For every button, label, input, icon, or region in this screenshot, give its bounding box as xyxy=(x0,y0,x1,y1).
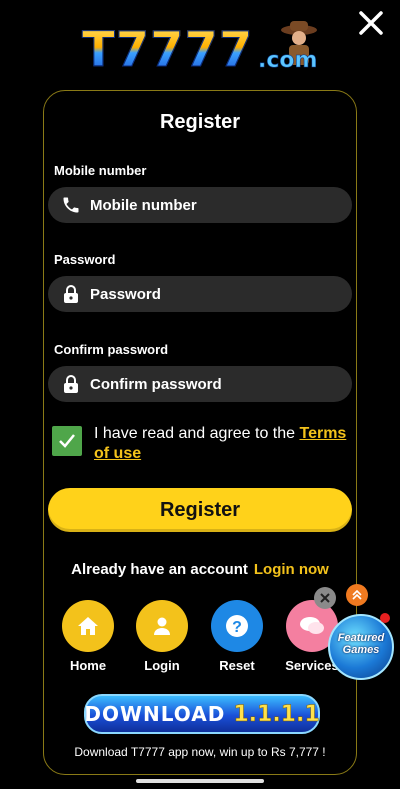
download-button[interactable]: DOWNLOAD 1.1.1.1 xyxy=(84,694,320,734)
scroll-up-button[interactable] xyxy=(346,584,368,606)
download-version: 1.1.1.1 xyxy=(233,701,320,727)
mobile-placeholder: Mobile number xyxy=(90,196,197,214)
nav-reset-label: Reset xyxy=(219,658,255,673)
nav-login-circle xyxy=(136,600,188,652)
mobile-label: Mobile number xyxy=(54,163,147,178)
download-label: DOWNLOAD xyxy=(84,702,226,726)
nav-home[interactable]: Home xyxy=(58,600,118,673)
logo-suffix-text: .com xyxy=(258,48,318,74)
nav-home-circle xyxy=(62,600,114,652)
mobile-field[interactable]: Mobile number xyxy=(48,187,352,223)
confirm-password-placeholder: Confirm password xyxy=(90,375,222,393)
confirm-password-label: Confirm password xyxy=(54,342,169,357)
svg-text:?: ? xyxy=(232,619,242,636)
agree-text: I have read and agree to the Terms of us… xyxy=(94,424,352,464)
chevron-up-icon xyxy=(352,589,362,600)
featured-close-button[interactable] xyxy=(314,587,336,609)
home-indicator xyxy=(136,779,264,783)
login-prompt-row: Already have an account Login now xyxy=(44,561,356,578)
nav-login[interactable]: Login xyxy=(132,600,192,673)
close-icon xyxy=(359,11,383,35)
nav-reset-circle: ? xyxy=(211,600,263,652)
brand-logo: T7777 .com xyxy=(81,18,332,79)
nav-home-label: Home xyxy=(69,658,107,673)
nav-login-label: Login xyxy=(144,658,180,673)
login-prompt: Already have an account xyxy=(71,561,248,578)
agree-checkbox[interactable] xyxy=(52,426,82,456)
lock-icon xyxy=(60,373,82,395)
logo-main-text: T7777 xyxy=(81,22,254,79)
close-button[interactable] xyxy=(356,8,386,38)
agree-statement: I have read and agree to the xyxy=(94,425,300,442)
password-label: Password xyxy=(54,252,116,267)
check-icon xyxy=(59,434,75,448)
download-note: Download T7777 app now, win up to Rs 7,7… xyxy=(74,745,326,759)
help-icon: ? xyxy=(226,615,248,637)
notification-dot xyxy=(380,613,390,623)
form-title: Register xyxy=(159,111,241,133)
confirm-password-field[interactable]: Confirm password xyxy=(48,366,352,402)
lock-icon xyxy=(60,283,82,305)
nav-reset[interactable]: ? Reset xyxy=(207,600,267,673)
password-placeholder: Password xyxy=(90,285,161,303)
user-icon xyxy=(154,617,170,635)
phone-icon xyxy=(60,194,82,216)
featured-games-badge[interactable]: Featured Games xyxy=(328,614,394,680)
chat-icon xyxy=(300,617,324,634)
close-icon xyxy=(320,593,330,603)
register-button[interactable]: Register xyxy=(48,488,352,532)
login-now-link[interactable]: Login now xyxy=(254,561,329,578)
featured-games-label: Featured Games xyxy=(337,632,385,656)
home-icon xyxy=(78,617,98,635)
password-field[interactable]: Password xyxy=(48,276,352,312)
